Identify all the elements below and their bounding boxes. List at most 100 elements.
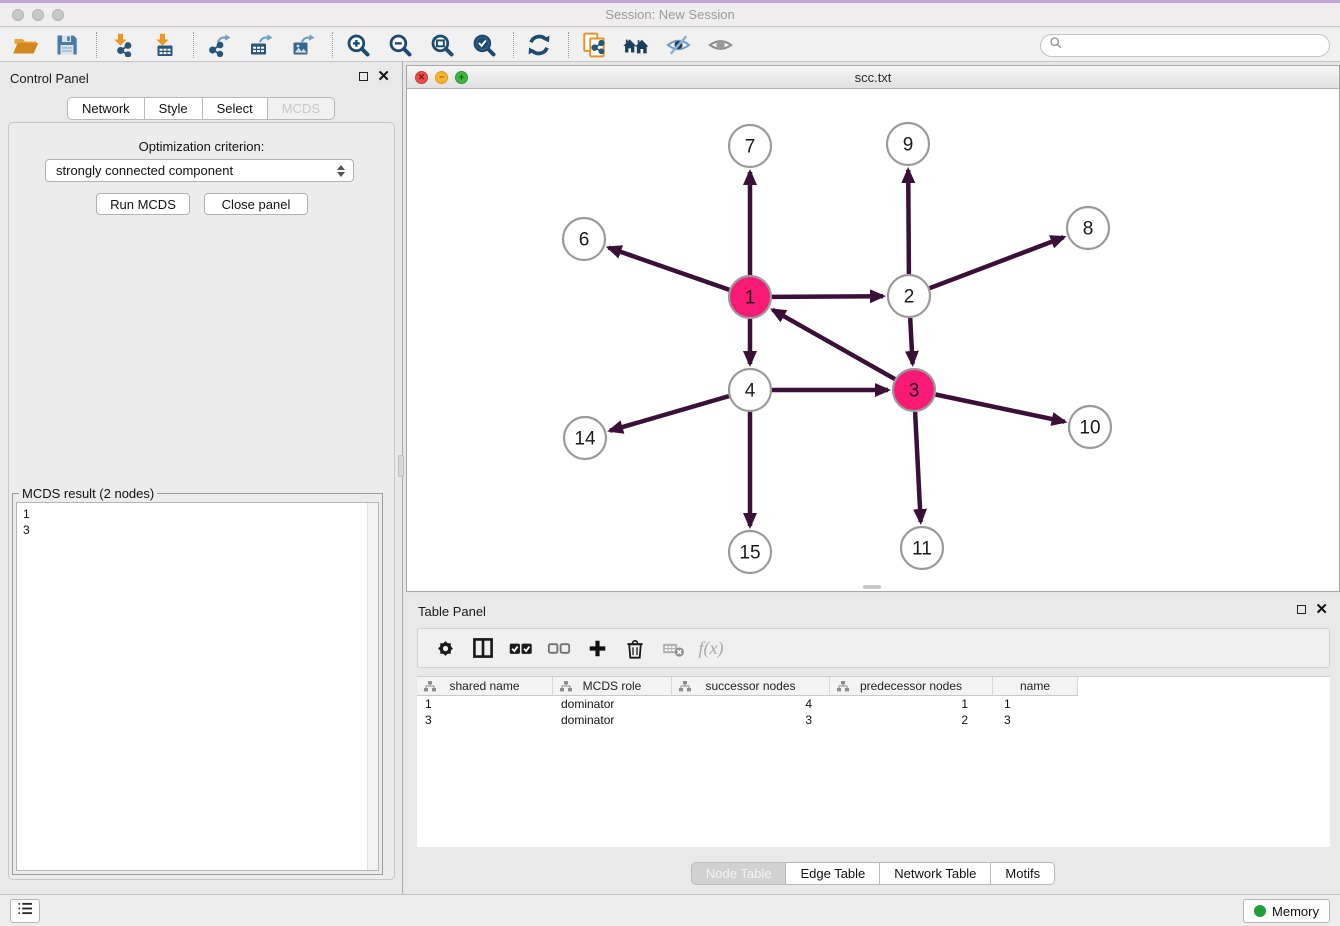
table-cell[interactable]: 2: [830, 712, 993, 728]
column-header-MCDS-role[interactable]: MCDS role: [553, 677, 672, 696]
graph-node-9[interactable]: 9: [887, 123, 929, 165]
hide-view-icon[interactable]: [663, 31, 693, 59]
table-close-icon[interactable]: ✕: [1315, 604, 1328, 615]
select-all-rows-icon[interactable]: [506, 633, 536, 663]
edge-4-14[interactable]: [610, 396, 729, 431]
panel-divider-grip[interactable]: [398, 455, 404, 477]
edge-2-9[interactable]: [908, 170, 909, 274]
tab-style[interactable]: Style: [144, 97, 203, 120]
home-icon[interactable]: [621, 31, 651, 59]
table-float-icon[interactable]: [1297, 605, 1306, 614]
graph-hscroll-grip[interactable]: [863, 585, 881, 589]
export-table-icon[interactable]: [246, 31, 276, 59]
result-scrollbar[interactable]: [367, 503, 378, 870]
network-files-icon[interactable]: [579, 31, 609, 59]
table-cell[interactable]: 3: [417, 712, 553, 728]
tab-select[interactable]: Select: [202, 97, 268, 120]
table-cell[interactable]: 1: [993, 696, 1078, 712]
deselect-all-rows-icon[interactable]: [544, 633, 574, 663]
graph-node-11[interactable]: 11: [901, 527, 943, 569]
tab-network[interactable]: Network: [67, 97, 145, 120]
run-mcds-button[interactable]: Run MCDS: [96, 193, 190, 215]
graph-node-10[interactable]: 10: [1069, 406, 1111, 448]
graph-node-2[interactable]: 2: [888, 275, 930, 317]
table-cell[interactable]: dominator: [553, 712, 672, 728]
graph-node-7[interactable]: 7: [729, 125, 771, 167]
column-header-predecessor-nodes[interactable]: predecessor nodes: [830, 677, 993, 696]
table-cell[interactable]: 1: [417, 696, 553, 712]
edge-1-2[interactable]: [772, 296, 883, 297]
svg-text:9: 9: [903, 135, 914, 156]
import-network-icon[interactable]: [107, 31, 137, 59]
table-tabs: Node TableEdge TableNetwork TableMotifs: [406, 862, 1340, 885]
svg-text:4: 4: [745, 381, 756, 402]
import-table-icon[interactable]: [149, 31, 179, 59]
mcds-result-list[interactable]: 13: [16, 502, 379, 871]
toolbar-separator: [568, 32, 569, 58]
column-tree-icon: [837, 681, 849, 692]
edge-2-3[interactable]: [910, 318, 912, 364]
delete-row-icon[interactable]: [620, 633, 650, 663]
export-network-icon[interactable]: [204, 31, 234, 59]
search-input[interactable]: [1068, 39, 1329, 53]
tab-network-table[interactable]: Network Table: [879, 862, 991, 885]
close-panel-icon[interactable]: ✕: [377, 71, 390, 82]
float-panel-icon[interactable]: [359, 72, 368, 81]
tab-node-table[interactable]: Node Table: [691, 862, 787, 885]
task-list-icon: [17, 902, 34, 920]
edge-3-10[interactable]: [936, 395, 1065, 422]
table-cell[interactable]: 3: [672, 712, 830, 728]
task-history-button[interactable]: [10, 899, 40, 923]
export-image-icon[interactable]: [288, 31, 318, 59]
gear-icon[interactable]: [430, 633, 460, 663]
search-field[interactable]: [1040, 34, 1330, 57]
tab-motifs[interactable]: Motifs: [990, 862, 1055, 885]
table-cell[interactable]: 3: [993, 712, 1078, 728]
table-row[interactable]: 1dominator411: [417, 696, 1330, 712]
graph-node-6[interactable]: 6: [563, 218, 605, 260]
network-view-window: ✕ − + scc.txt 7 9 6 8 1 2 4 3 14 10 15 11: [406, 65, 1340, 592]
refresh-view-icon[interactable]: [524, 31, 554, 59]
control-panel-tabs: NetworkStyleSelectMCDS: [67, 97, 335, 120]
graph-node-14[interactable]: 14: [564, 417, 606, 459]
edge-3-11[interactable]: [915, 412, 921, 522]
column-label: predecessor nodes: [860, 679, 962, 693]
zoom-in-icon[interactable]: [343, 31, 373, 59]
dropdown-stepper-icon: [335, 163, 347, 179]
column-tree-icon: [679, 681, 691, 692]
tab-mcds[interactable]: MCDS: [267, 97, 335, 120]
graph-node-15[interactable]: 15: [729, 531, 771, 573]
zoom-out-icon[interactable]: [385, 31, 415, 59]
tab-edge-table[interactable]: Edge Table: [785, 862, 880, 885]
column-header-successor-nodes[interactable]: successor nodes: [672, 677, 830, 696]
search-icon: [1049, 36, 1063, 55]
graph-node-4[interactable]: 4: [729, 369, 771, 411]
edge-2-8[interactable]: [930, 237, 1064, 288]
open-file-icon[interactable]: [10, 31, 40, 59]
mcds-result-group: MCDS result (2 nodes) 13: [12, 493, 383, 875]
graph-node-3[interactable]: 3: [893, 369, 935, 411]
close-panel-button[interactable]: Close panel: [204, 193, 308, 215]
table-cell[interactable]: 1: [830, 696, 993, 712]
svg-text:1: 1: [745, 288, 756, 309]
add-row-icon[interactable]: [582, 633, 612, 663]
zoom-selected-icon[interactable]: [469, 31, 499, 59]
zoom-fit-icon[interactable]: [427, 31, 457, 59]
graph-node-8[interactable]: 8: [1067, 207, 1109, 249]
column-header-name[interactable]: name: [993, 677, 1078, 696]
table-row[interactable]: 3dominator323: [417, 712, 1330, 728]
main-titlebar: Session: New Session: [0, 3, 1340, 27]
table-cell[interactable]: 4: [672, 696, 830, 712]
apply-function-icon: f(x): [696, 633, 726, 663]
column-mode-icon[interactable]: [468, 633, 498, 663]
criterion-dropdown[interactable]: strongly connected component: [45, 159, 354, 182]
network-graph-canvas[interactable]: 7 9 6 8 1 2 4 3 14 10 15 11: [407, 89, 1339, 591]
edge-3-1[interactable]: [773, 310, 895, 379]
memory-button[interactable]: Memory: [1243, 899, 1330, 923]
table-cell[interactable]: dominator: [553, 696, 672, 712]
column-header-shared-name[interactable]: shared name: [417, 677, 553, 696]
save-session-icon[interactable]: [52, 31, 82, 59]
edge-1-6[interactable]: [609, 248, 730, 290]
network-window-titlebar[interactable]: ✕ − + scc.txt: [407, 66, 1339, 89]
graph-node-1[interactable]: 1: [729, 276, 771, 318]
